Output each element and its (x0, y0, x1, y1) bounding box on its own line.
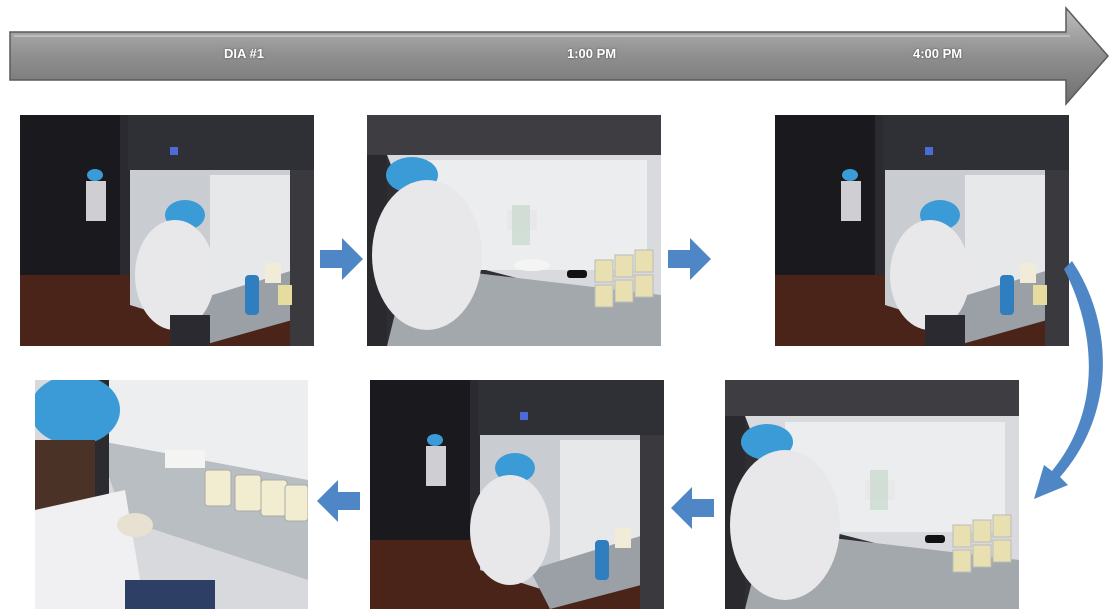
photo-5 (370, 380, 664, 609)
photo-4 (725, 380, 1019, 609)
photo-1 (20, 115, 314, 346)
arrow-right-1 (320, 238, 363, 280)
arrow-left-2 (317, 480, 360, 522)
timeline-arrow: DIA #1 1:00 PM 4:00 PM (0, 0, 1110, 110)
timeline-label-1pm: 1:00 PM (567, 46, 617, 61)
timeline-label-day: DIA #1 (224, 46, 264, 61)
timeline-label-4pm: 4:00 PM (913, 46, 963, 61)
photo-6 (35, 380, 308, 609)
photo-2 (367, 115, 661, 346)
arrow-curved-down (1034, 261, 1103, 499)
arrow-left-1 (671, 487, 714, 529)
arrow-right-2 (668, 238, 711, 280)
